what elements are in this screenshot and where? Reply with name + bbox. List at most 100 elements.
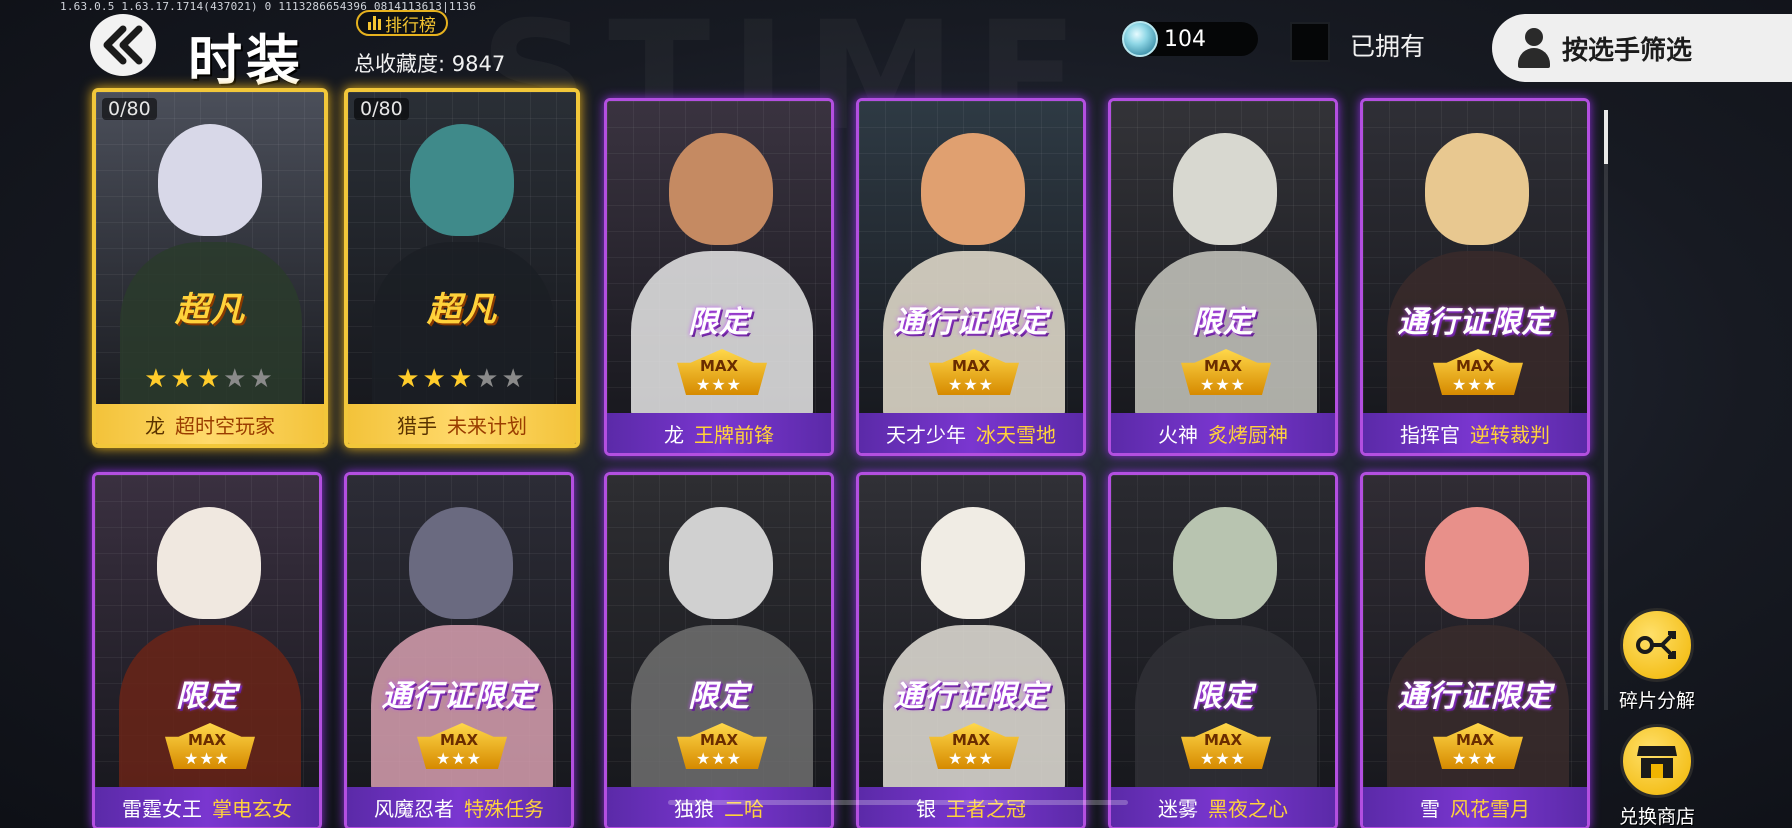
- filter-by-player-button[interactable]: 按选手筛选: [1492, 14, 1792, 82]
- max-label: MAX: [699, 357, 739, 375]
- star-icon: ★: [196, 364, 224, 394]
- skin-tier-tag: 通行证限定: [1397, 305, 1553, 340]
- star-icon: ★: [448, 364, 476, 394]
- character-head: [410, 124, 514, 236]
- scrollbar-thumb[interactable]: [1604, 110, 1608, 164]
- skin-name: 黑夜之心: [1208, 796, 1288, 821]
- character-head: [1173, 133, 1277, 245]
- card-name-bar: 雷霆女王 掌电玄女: [95, 787, 319, 827]
- top-bar: 时装 排行榜 总收藏度: 9847 104 已拥有 按选手筛选: [0, 0, 1792, 92]
- leaderboard-button[interactable]: 排行榜: [356, 10, 448, 36]
- bar-chart-icon: [368, 16, 381, 30]
- fragment-decompose-button[interactable]: 碎片分解: [1612, 608, 1702, 713]
- star-icon: ★: [475, 364, 502, 394]
- character-head: [669, 507, 773, 619]
- skin-card[interactable]: 0/80 超凡 ★★★★★ 龙 超时空玩家: [92, 88, 328, 448]
- skin-card[interactable]: 通行证限定 MAX ★★★ 指挥官 逆转裁判: [1360, 98, 1590, 456]
- skin-card[interactable]: 通行证限定 MAX ★★★ 雪 风花雪月: [1360, 472, 1590, 828]
- skin-name: 风花雪月: [1450, 796, 1530, 821]
- max-label: MAX: [1203, 731, 1243, 749]
- character-head: [669, 133, 773, 245]
- max-stars-icon: ★★★: [1451, 375, 1499, 394]
- player-name: 龙: [664, 422, 684, 447]
- max-stars-icon: ★★★: [183, 749, 231, 768]
- player-name: 火神: [1158, 422, 1198, 447]
- skin-card[interactable]: 通行证限定 MAX ★★★ 银 王者之冠: [856, 472, 1086, 828]
- player-name: 独狼: [674, 796, 714, 821]
- character-head: [158, 124, 262, 236]
- max-label: MAX: [1455, 731, 1495, 749]
- split-icon: [1620, 608, 1694, 682]
- max-stars-icon: ★★★: [435, 749, 483, 768]
- skin-name: 冰天雪地: [976, 422, 1056, 447]
- skin-name: 超时空玩家: [175, 413, 275, 438]
- star-rating: ★★★★★: [96, 364, 324, 394]
- skin-card[interactable]: 限定 MAX ★★★ 独狼 二哈: [604, 472, 834, 828]
- max-label: MAX: [951, 731, 991, 749]
- fragment-counter: 0/80: [354, 98, 409, 120]
- skin-card[interactable]: 0/80 超凡 ★★★★★ 猎手 未来计划: [344, 88, 580, 448]
- shop-icon: [1620, 724, 1694, 798]
- star-icon: ★: [422, 364, 449, 394]
- star-icon: ★: [396, 364, 423, 394]
- card-name-bar: 龙 超时空玩家: [96, 404, 324, 444]
- skin-card[interactable]: 通行证限定 MAX ★★★ 天才少年 冰天雪地: [856, 98, 1086, 456]
- gem-amount: 104: [1164, 26, 1206, 52]
- star-icon: ★: [501, 364, 528, 394]
- skin-card[interactable]: 限定 MAX ★★★ 火神 炙烤厨神: [1108, 98, 1338, 456]
- skin-tier-tag: 超凡: [427, 290, 497, 330]
- skin-tier-tag: 限定: [1192, 679, 1254, 714]
- card-name-bar: 指挥官 逆转裁判: [1363, 413, 1587, 453]
- max-label: MAX: [1203, 357, 1243, 375]
- character-head: [1425, 133, 1529, 245]
- player-name: 天才少年: [886, 422, 966, 447]
- card-name-bar: 雪 风花雪月: [1363, 787, 1587, 827]
- scrollbar[interactable]: [1604, 110, 1608, 710]
- skin-tier-tag: 限定: [176, 679, 238, 714]
- star-icon: ★: [144, 364, 171, 394]
- star-icon: ★: [249, 364, 276, 394]
- star-icon: ★: [223, 364, 250, 394]
- max-stars-icon: ★★★: [1199, 375, 1247, 394]
- gem-icon: [1122, 21, 1158, 57]
- skin-tier-tag: 限定: [688, 679, 750, 714]
- character-head: [1425, 507, 1529, 619]
- skin-card[interactable]: 限定 MAX ★★★ 雷霆女王 掌电玄女: [92, 472, 322, 828]
- skin-card[interactable]: 通行证限定 MAX ★★★ 风魔忍者 特殊任务: [344, 472, 574, 828]
- card-name-bar: 火神 炙烤厨神: [1111, 413, 1335, 453]
- skin-tier-tag: 限定: [1192, 305, 1254, 340]
- player-name: 指挥官: [1400, 422, 1460, 447]
- skin-name: 未来计划: [447, 413, 527, 438]
- max-stars-icon: ★★★: [695, 375, 743, 394]
- skin-name: 王者之冠: [946, 796, 1026, 821]
- card-name-bar: 银 王者之冠: [859, 787, 1083, 827]
- card-name-bar: 龙 王牌前锋: [607, 413, 831, 453]
- skin-name: 二哈: [724, 796, 764, 821]
- page-title: 时装: [188, 29, 304, 92]
- skin-tier-tag: 通行证限定: [893, 679, 1049, 714]
- skin-card[interactable]: 限定 MAX ★★★ 龙 王牌前锋: [604, 98, 834, 456]
- character-head: [409, 507, 513, 619]
- player-name: 猎手: [397, 413, 437, 438]
- max-label: MAX: [699, 731, 739, 749]
- exchange-shop-label: 兑换商店: [1618, 806, 1695, 828]
- card-name-bar: 猎手 未来计划: [348, 404, 576, 444]
- skin-tier-tag: 通行证限定: [381, 679, 537, 714]
- max-label: MAX: [1455, 357, 1495, 375]
- owned-checkbox[interactable]: [1290, 22, 1330, 62]
- card-name-bar: 风魔忍者 特殊任务: [347, 787, 571, 827]
- skin-card[interactable]: 限定 MAX ★★★ 迷雾 黑夜之心: [1108, 472, 1338, 828]
- star-icon: ★: [170, 364, 197, 394]
- skin-tier-tag: 限定: [688, 305, 750, 340]
- filter-label: 按选手筛选: [1562, 35, 1693, 66]
- exchange-shop-button[interactable]: 兑换商店: [1612, 724, 1702, 828]
- skin-name: 王牌前锋: [694, 422, 774, 447]
- character-head: [921, 133, 1025, 245]
- card-name-bar: 天才少年 冰天雪地: [859, 413, 1083, 453]
- fragment-counter: 0/80: [102, 98, 157, 120]
- max-stars-icon: ★★★: [947, 375, 995, 394]
- home-indicator: [668, 800, 1128, 805]
- character-head: [921, 507, 1025, 619]
- back-button[interactable]: [90, 14, 156, 76]
- card-name-bar: 迷雾 黑夜之心: [1111, 787, 1335, 827]
